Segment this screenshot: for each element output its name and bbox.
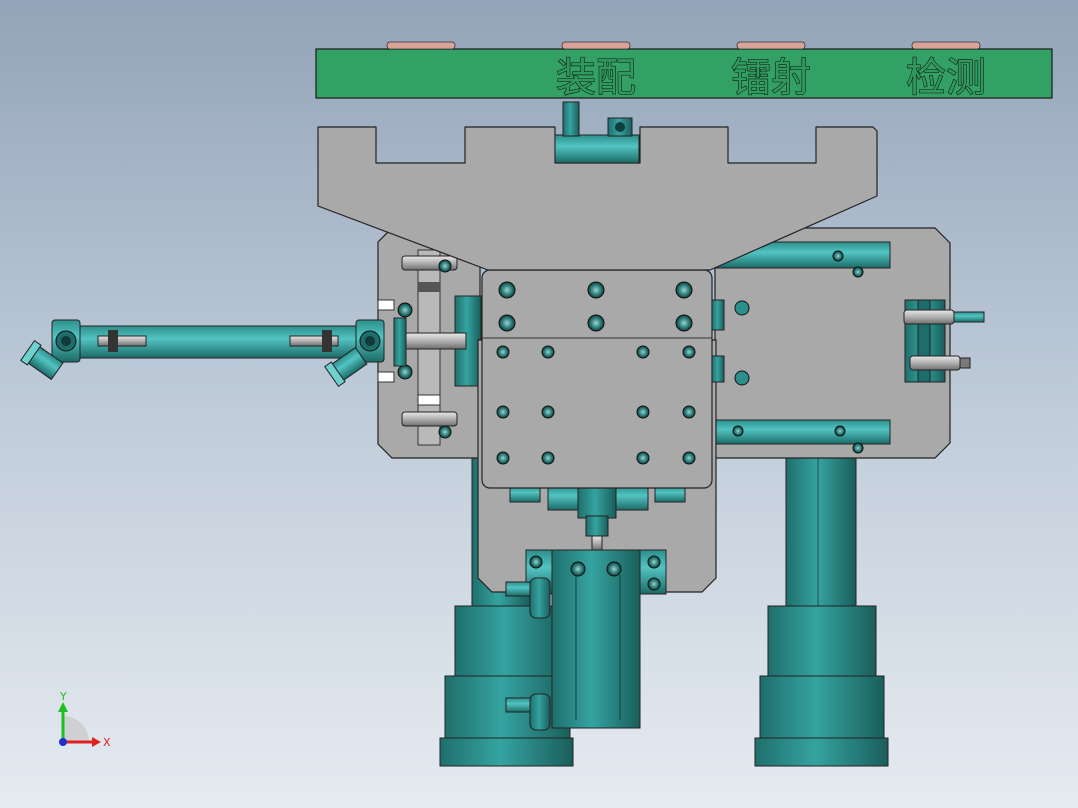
left-side-plate[interactable] <box>377 227 482 459</box>
axis-x-label: X <box>103 736 111 749</box>
side-cylinder-arm[interactable] <box>20 319 385 387</box>
banner-label-inspection: 检测 <box>906 55 986 101</box>
right-side-plate[interactable] <box>714 227 985 459</box>
banner-label-assembly: 装配 <box>556 55 636 101</box>
banner-label-laser: 镭射 <box>731 55 811 101</box>
cad-viewport[interactable]: 装配 镭射 检测 Y X <box>0 0 1078 808</box>
right-column <box>754 439 889 767</box>
axis-y-label: Y <box>59 690 67 703</box>
process-banner[interactable]: 装配 镭射 检测 <box>315 41 1053 102</box>
bolt-plate[interactable] <box>481 269 725 489</box>
axis-triad-icon: Y X <box>58 690 111 749</box>
